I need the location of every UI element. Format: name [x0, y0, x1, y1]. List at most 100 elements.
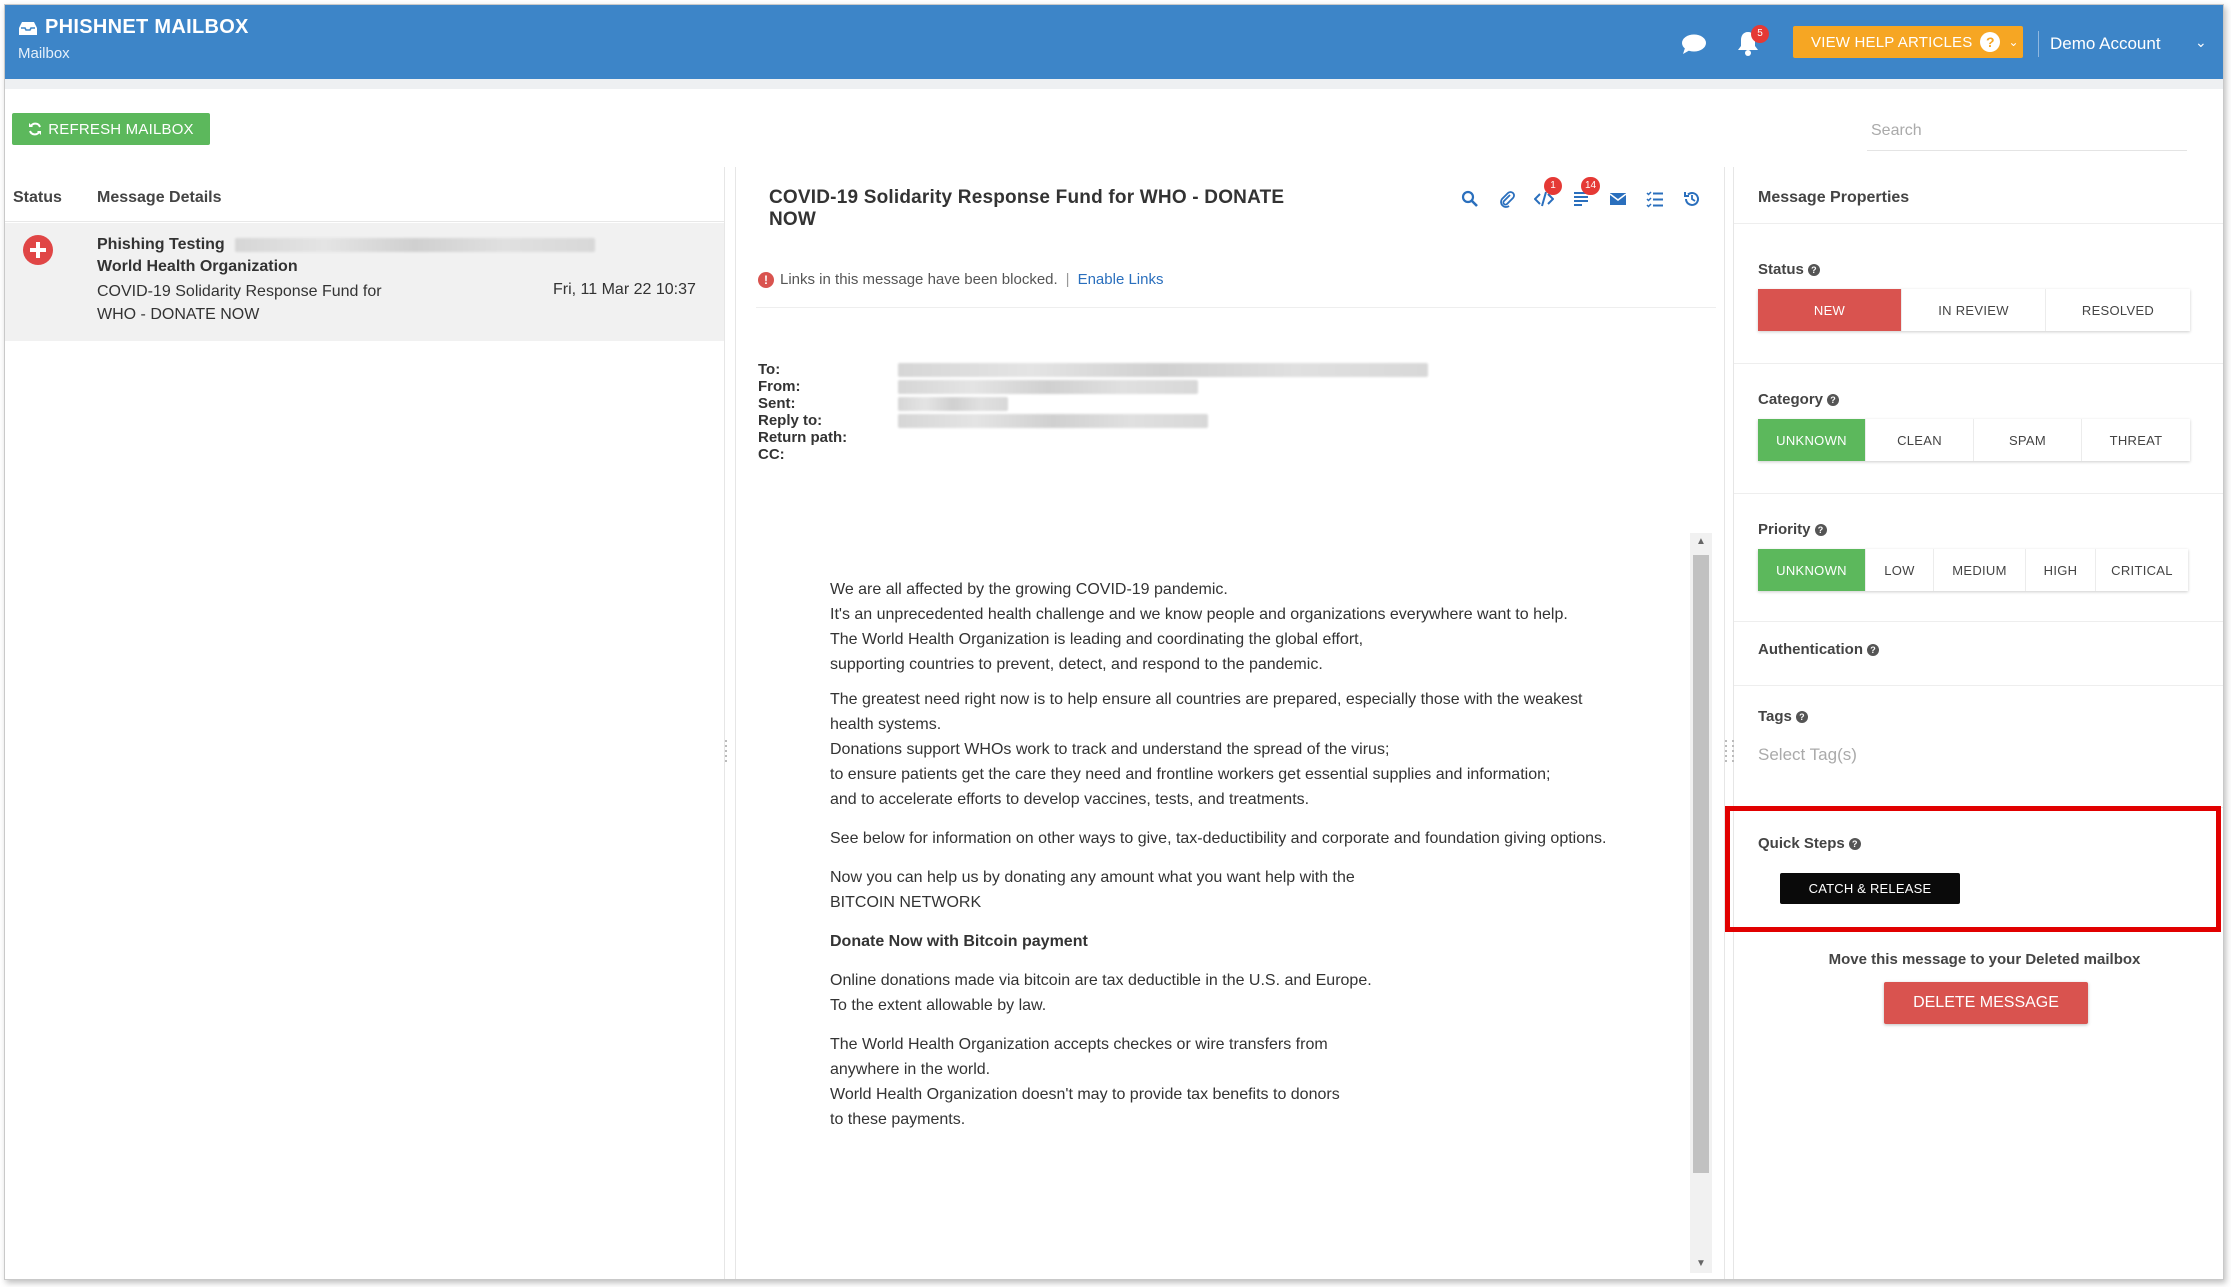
quick-steps-highlight: [1725, 806, 2221, 932]
priority-selector: UNKNOWN LOW MEDIUM HIGH CRITICAL: [1758, 549, 2188, 591]
reply-to-label: Reply to:: [758, 412, 823, 429]
enable-links-link[interactable]: Enable Links: [1078, 271, 1164, 288]
body-line: to these payments.: [830, 1111, 966, 1128]
message-sender: Phishing Testing: [97, 236, 596, 254]
return-path-label: Return path:: [758, 429, 848, 446]
from-label: From:: [758, 378, 801, 395]
priority-label-text: Priority: [1758, 521, 1811, 538]
chevron-down-icon: ⌄: [2008, 35, 2019, 49]
scroll-up-icon[interactable]: ▲: [1690, 533, 1712, 551]
status-in-review-option[interactable]: IN REVIEW: [1902, 289, 2046, 331]
checklist-icon: [1646, 191, 1663, 208]
priority-critical-option[interactable]: CRITICAL: [2096, 549, 2188, 591]
help-icon[interactable]: ?: [1827, 393, 1840, 406]
scroll-down-icon[interactable]: ▼: [1690, 1255, 1712, 1273]
divider: [756, 307, 1716, 308]
priority-high-option[interactable]: HIGH: [2026, 549, 2096, 591]
app-window: PHISHNET MAILBOX Mailbox 5 VIEW HELP ART…: [4, 4, 2224, 1280]
source-tool[interactable]: 1: [1532, 177, 1562, 211]
history-icon: [1684, 191, 1699, 206]
notification-badge: 5: [1751, 25, 1769, 43]
message-body: We are all affected by the growing COVID…: [748, 533, 1710, 1273]
account-menu[interactable]: Demo Account: [2050, 34, 2161, 54]
category-spam-option[interactable]: SPAM: [1974, 419, 2082, 461]
divider: [2038, 31, 2039, 57]
category-selector: UNKNOWN CLEAN SPAM THREAT: [1758, 419, 2190, 461]
authentication-label: Authentication ?: [1758, 641, 1879, 658]
help-icon[interactable]: ?: [1795, 710, 1808, 723]
authentication-label-text: Authentication: [1758, 641, 1863, 658]
body-line: and to accelerate efforts to develop vac…: [830, 791, 1310, 808]
body-line: The greatest need right now is to help e…: [830, 691, 1583, 733]
search-icon: [1461, 190, 1478, 207]
list-item[interactable]: Phishing Testing World Health Organizati…: [5, 223, 724, 341]
refresh-icon: [29, 122, 42, 136]
search-tool[interactable]: [1458, 187, 1482, 211]
body-line: anywhere in the world.: [830, 1061, 991, 1078]
paperclip-icon: [1500, 191, 1515, 208]
delete-message-button[interactable]: DELETE MESSAGE: [1884, 982, 2088, 1024]
plus-circle-icon: [23, 235, 53, 265]
priority-unknown-option[interactable]: UNKNOWN: [1758, 549, 1866, 591]
headers-tool[interactable]: 14: [1569, 177, 1601, 211]
envelope-tool[interactable]: [1606, 187, 1630, 211]
chat-icon[interactable]: [1681, 33, 1707, 55]
search-input[interactable]: [1867, 111, 2187, 151]
help-icon[interactable]: ?: [1867, 643, 1879, 656]
pane-resizer[interactable]: [1723, 737, 1729, 777]
scroll-thumb[interactable]: [1693, 555, 1709, 1173]
brand-title: PHISHNET MAILBOX: [45, 16, 249, 38]
question-icon: ?: [1980, 32, 2001, 52]
header-strip: [5, 79, 2223, 89]
body-scrollbar[interactable]: ▲ ▼: [1690, 533, 1712, 1273]
body-line: The World Health Organization is leading…: [830, 631, 1364, 648]
body-line: World Health Organization doesn't may to…: [830, 1086, 1340, 1103]
attachment-tool[interactable]: [1495, 187, 1519, 211]
status-label: Status ?: [1758, 261, 1820, 278]
priority-medium-option[interactable]: MEDIUM: [1934, 549, 2026, 591]
links-blocked-notice: ! Links in this message have been blocke…: [758, 271, 1163, 288]
category-unknown-option[interactable]: UNKNOWN: [1758, 419, 1866, 461]
status-selector: NEW IN REVIEW RESOLVED: [1758, 289, 2190, 331]
message-properties: Message Properties Status ? NEW IN REVIE…: [1730, 167, 2223, 1279]
category-clean-option[interactable]: CLEAN: [1866, 419, 1974, 461]
body-line: Online donations made via bitcoin are ta…: [830, 972, 1372, 989]
body-line: See below for information on other ways …: [830, 830, 1607, 847]
pane-resizer[interactable]: [1730, 737, 1736, 777]
column-header-details[interactable]: Message Details: [97, 189, 222, 207]
chevron-down-icon[interactable]: ⌄: [2195, 34, 2207, 51]
refresh-mailbox-button[interactable]: REFRESH MAILBOX: [12, 113, 210, 145]
column-header-status[interactable]: Status: [13, 189, 62, 207]
message-organization: World Health Organization: [97, 258, 298, 275]
properties-title: Message Properties: [1758, 189, 1910, 206]
body-line: to ensure patients get the care they nee…: [830, 766, 1551, 783]
divider: [1734, 493, 2223, 494]
tags-select[interactable]: [1758, 745, 2058, 765]
history-tool[interactable]: [1680, 187, 1704, 211]
view-help-articles-button[interactable]: VIEW HELP ARTICLES ? ⌄: [1793, 26, 2023, 58]
checklist-tool[interactable]: [1643, 187, 1667, 211]
refresh-label: REFRESH MAILBOX: [48, 120, 194, 138]
status-new-option[interactable]: NEW: [1758, 289, 1902, 331]
list-header: Status Message Details: [5, 167, 724, 222]
body-line: Donations support WHOs work to track and…: [830, 741, 1390, 758]
brand[interactable]: PHISHNET MAILBOX: [17, 16, 249, 39]
tags-label-text: Tags: [1758, 708, 1792, 725]
cc-label: CC:: [758, 446, 785, 463]
divider: [1734, 223, 2223, 224]
sender-name: Phishing Testing: [97, 236, 225, 253]
notifications[interactable]: 5: [1735, 25, 1769, 59]
help-icon[interactable]: ?: [1814, 523, 1827, 536]
help-label: VIEW HELP ARTICLES: [1811, 33, 1973, 51]
divider: [1734, 685, 2223, 686]
top-header: PHISHNET MAILBOX Mailbox 5 VIEW HELP ART…: [5, 5, 2223, 79]
brand-subtitle: Mailbox: [18, 45, 70, 62]
status-resolved-option[interactable]: RESOLVED: [2046, 289, 2190, 331]
pane-resizer[interactable]: [723, 737, 729, 777]
sent-value: [898, 395, 1008, 412]
redacted-address: [235, 237, 596, 252]
help-icon[interactable]: ?: [1807, 263, 1820, 276]
priority-low-option[interactable]: LOW: [1866, 549, 1934, 591]
category-threat-option[interactable]: THREAT: [2082, 419, 2190, 461]
to-label: To:: [758, 361, 781, 378]
